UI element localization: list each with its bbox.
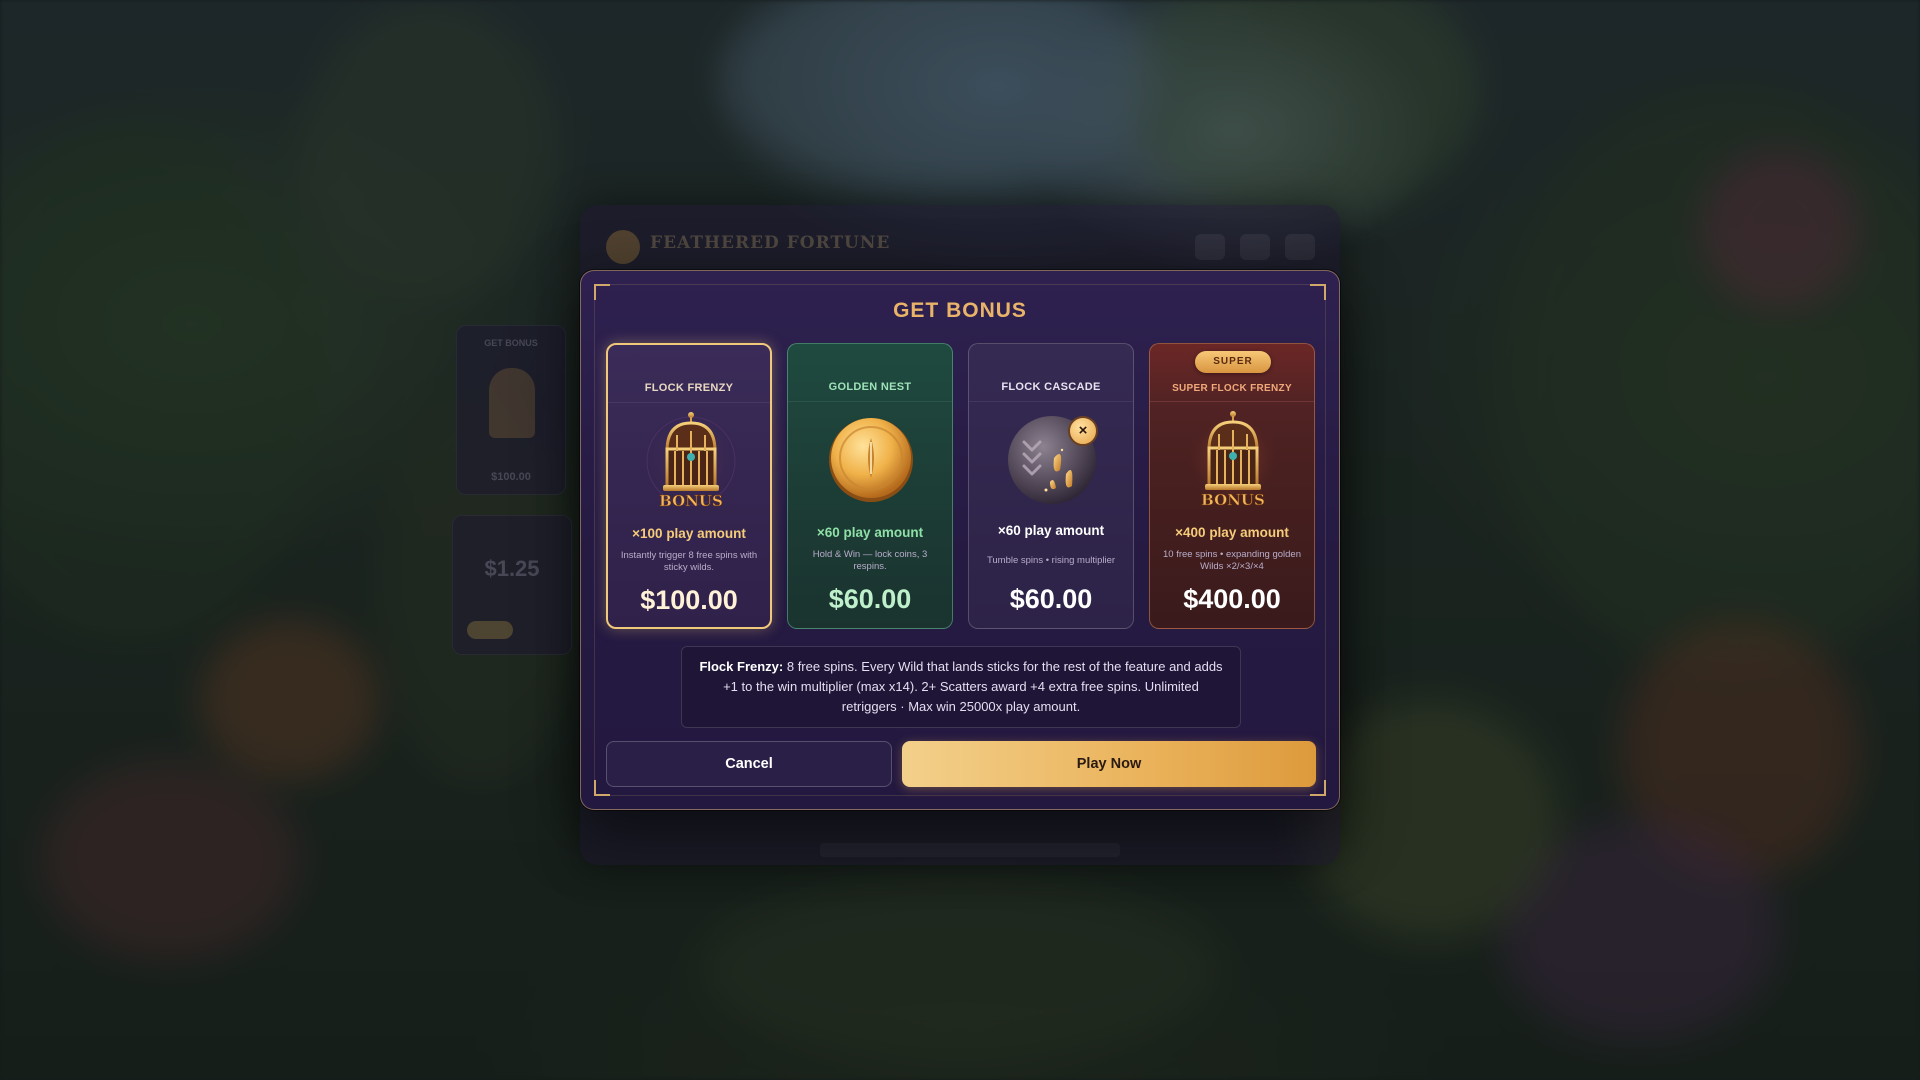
- super-badge: SUPER: [1195, 351, 1271, 373]
- corner-ornament: [594, 284, 610, 300]
- modal-title: GET BONUS: [893, 299, 1027, 322]
- card-description: Hold & Win — lock coins, 3 respins.: [812, 549, 928, 572]
- card-price: $60.00: [828, 584, 912, 614]
- card-name: FLOCK CASCADE: [1001, 381, 1101, 393]
- card-name: SUPER FLOCK FRENZY: [1172, 383, 1292, 394]
- card-price: $100.00: [640, 585, 738, 615]
- card-description: Tumble spins • rising multiplier: [986, 555, 1116, 566]
- card-multiplier: ×400 play amount: [1175, 525, 1289, 540]
- card-description: 10 free spins • expanding golden Wilds ×…: [1162, 549, 1301, 572]
- card-description: Instantly trigger 8 free spins with stic…: [620, 550, 758, 573]
- svg-text:BONUS: BONUS: [1201, 491, 1265, 509]
- card-multiplier: ×60 play amount: [816, 525, 924, 540]
- cancel-button[interactable]: Cancel: [606, 741, 892, 787]
- card-header: [608, 345, 770, 403]
- side-cage-icon: [489, 368, 535, 438]
- card-multiplier: ×60 play amount: [997, 523, 1105, 538]
- menu-button: [1240, 234, 1270, 260]
- gold-coin-icon: [821, 410, 921, 510]
- bonus-card-super-flock-frenzy[interactable]: SUPER SUPER FLOCK FRENZY BONUS ×400 play…: [1149, 343, 1315, 629]
- card-price: $400.00: [1183, 584, 1281, 614]
- side-bonus-title: GET BONUS: [484, 338, 538, 348]
- game-title: FEATHERED FORTUNE: [650, 233, 891, 253]
- card-multiplier: ×100 play amount: [632, 526, 746, 541]
- bonus-options: FLOCK FRENZY BONUS ×100 play amount Inst…: [606, 343, 1316, 629]
- side-bonus-price: $100.00: [491, 471, 531, 483]
- side-bonus-card: GET BONUS $100.00: [456, 325, 566, 495]
- info-feature-name: Flock Frenzy:: [699, 659, 784, 674]
- cascade-badge-icon: ×: [1068, 416, 1098, 446]
- bonus-card-golden-nest[interactable]: GOLDEN NEST ×60 play amount Hold & Win —…: [787, 343, 953, 629]
- svg-text:BONUS: BONUS: [659, 492, 723, 510]
- sound-toggle: [1195, 234, 1225, 260]
- info-text: 8 free spins. Every Wild that lands stic…: [723, 659, 1223, 714]
- play-now-button[interactable]: Play Now: [902, 741, 1316, 787]
- get-bonus-modal: GET BONUS FLOCK FRENZY BONUS ×100 play a…: [580, 270, 1340, 810]
- cascade-orb-icon: ×: [1002, 410, 1102, 510]
- settings-icon: [1285, 234, 1315, 260]
- corner-ornament: [1310, 284, 1326, 300]
- side-bet-value: $1.25: [484, 556, 540, 581]
- side-bet-button: [467, 621, 513, 639]
- card-price: $60.00: [1009, 584, 1093, 614]
- card-header: [788, 344, 952, 402]
- side-bet-panel: $1.25: [452, 515, 572, 655]
- bonus-card-flock-frenzy[interactable]: FLOCK FRENZY BONUS ×100 play amount Inst…: [606, 343, 772, 629]
- card-name: GOLDEN NEST: [828, 381, 912, 393]
- bonus-card-flock-cascade[interactable]: FLOCK CASCADE × ×60 play amount Tumble s…: [968, 343, 1134, 629]
- bonus-info-box: Flock Frenzy: 8 free spins. Every Wild t…: [681, 646, 1241, 728]
- card-name: FLOCK FRENZY: [644, 382, 734, 394]
- bonus-cage-icon: BONUS: [641, 411, 741, 511]
- game-logo-icon: [606, 230, 640, 264]
- bonus-cage-icon: BONUS: [1183, 410, 1283, 510]
- game-footer: [820, 843, 1120, 857]
- card-header: [969, 344, 1133, 402]
